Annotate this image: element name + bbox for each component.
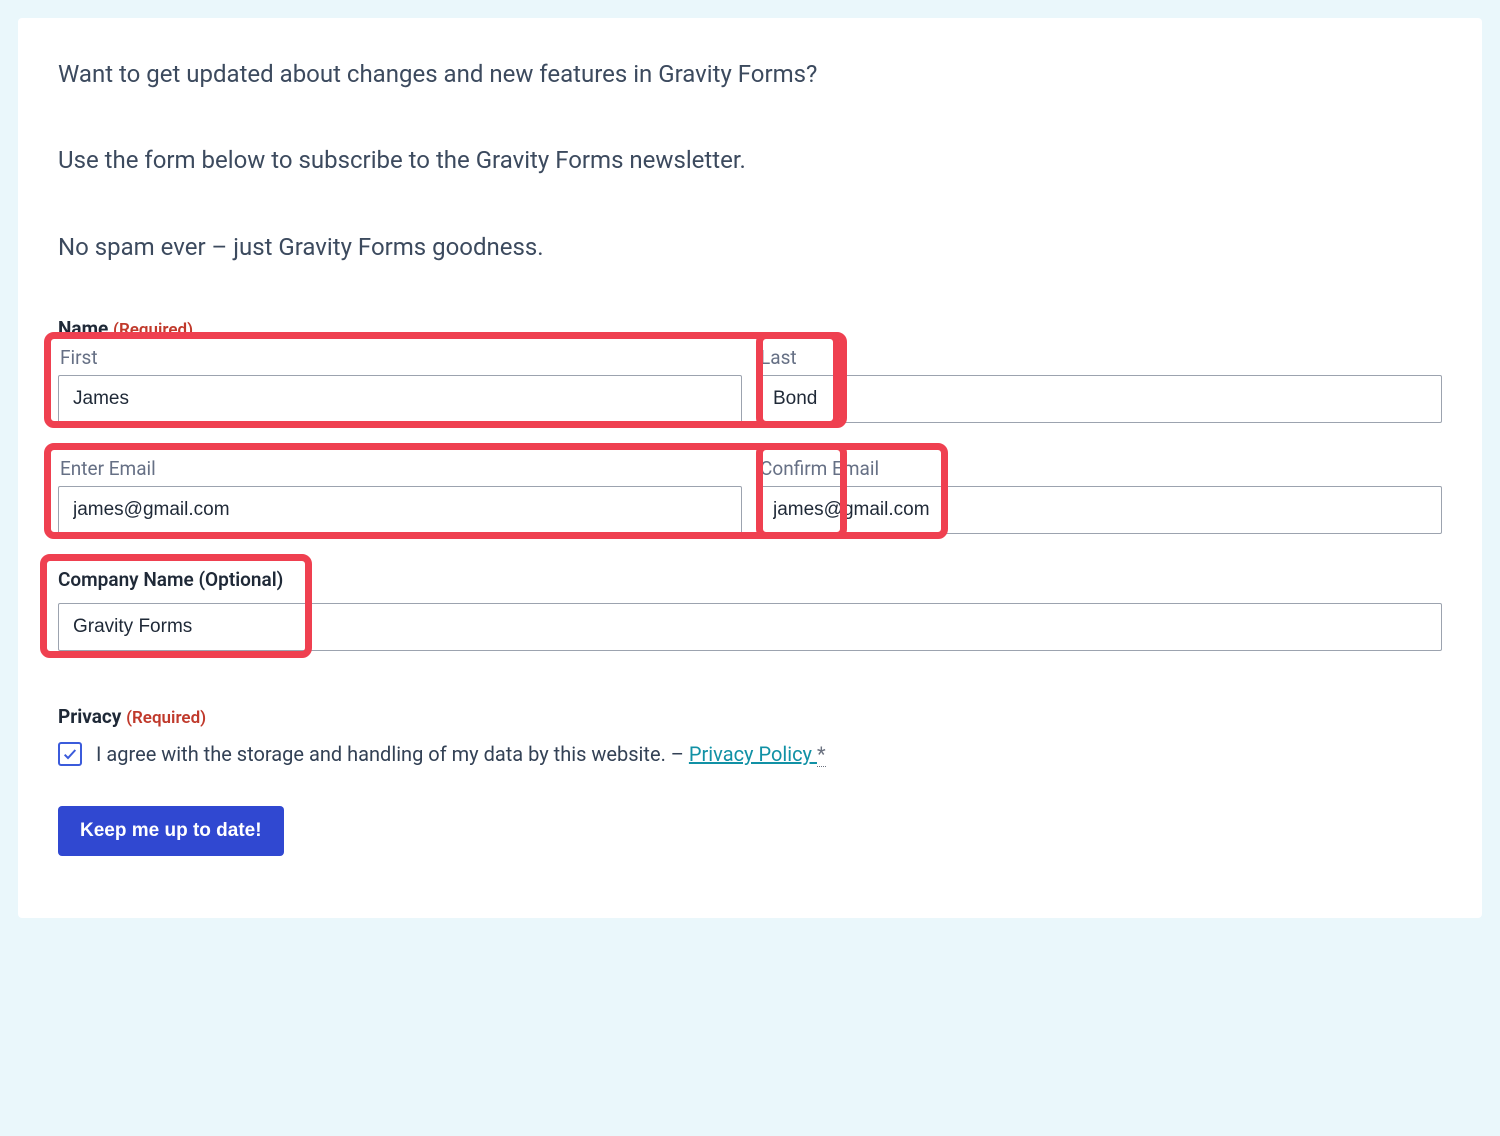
confirm-email-input[interactable] — [758, 486, 1442, 534]
privacy-required-tag: (Required) — [126, 708, 206, 728]
first-name-label: First — [60, 346, 742, 369]
privacy-policy-link[interactable]: Privacy Policy — [689, 742, 817, 766]
confirm-email-label: Confirm Email — [760, 457, 1442, 480]
company-input[interactable] — [58, 603, 1442, 651]
enter-email-label: Enter Email — [60, 457, 742, 480]
company-section: Company Name (Optional) — [58, 568, 1442, 651]
company-label: Company Name (Optional) — [58, 568, 1442, 591]
first-name-input[interactable] — [58, 375, 742, 423]
intro-copy: Want to get updated about changes and ne… — [58, 58, 1442, 263]
privacy-section: Privacy (Required) I agree with the stor… — [58, 705, 1442, 766]
name-label: Name (Required) — [58, 317, 1442, 340]
privacy-consent-text: I agree with the storage and handling of… — [96, 742, 826, 766]
privacy-asterisk: * — [817, 742, 826, 767]
name-label-text: Name — [58, 317, 108, 340]
privacy-checkbox[interactable] — [58, 742, 82, 766]
privacy-label: Privacy (Required) — [58, 705, 1442, 728]
intro-line-3: No spam ever – just Gravity Forms goodne… — [58, 231, 1442, 263]
last-name-input[interactable] — [758, 375, 1442, 423]
enter-email-input[interactable] — [58, 486, 742, 534]
check-icon — [62, 746, 78, 762]
last-name-label: Last — [760, 346, 1442, 369]
privacy-consent-prefix: I agree with the storage and handling of… — [96, 742, 689, 766]
privacy-label-text: Privacy — [58, 705, 121, 728]
email-section: Enter Email Confirm Email — [58, 457, 1442, 534]
submit-button[interactable]: Keep me up to date! — [58, 806, 284, 856]
form-card: Want to get updated about changes and ne… — [18, 18, 1482, 918]
name-required-tag: (Required) — [113, 320, 193, 340]
name-section: Name (Required) First Last — [58, 317, 1442, 423]
intro-line-1: Want to get updated about changes and ne… — [58, 58, 1442, 90]
intro-line-2: Use the form below to subscribe to the G… — [58, 144, 1442, 176]
